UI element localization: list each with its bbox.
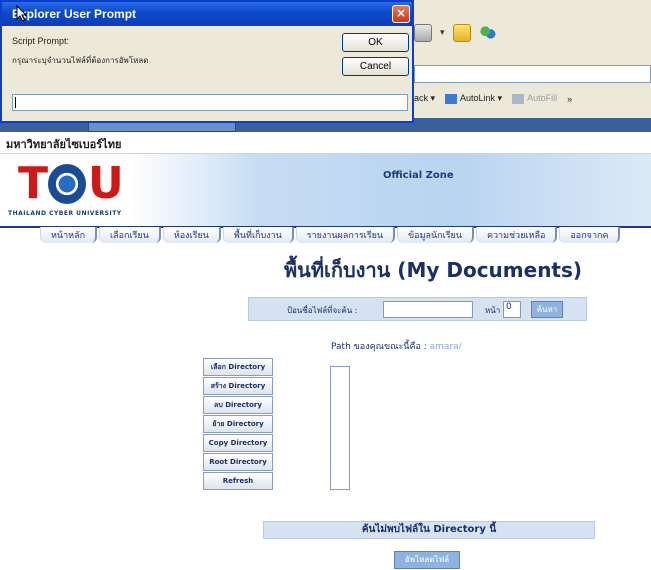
menu-item-report[interactable]: รายงานผลการเรียน — [295, 227, 396, 243]
create-directory-button[interactable]: สร้าง Directory — [203, 377, 273, 395]
directory-buttons: เลือก Directory สร้าง Directory ลบ Direc… — [203, 358, 273, 491]
search-button[interactable]: ค้นหา — [531, 301, 563, 318]
menu-item-choose-course[interactable]: เลือกเรียน — [99, 227, 161, 243]
menu-item-documents[interactable]: พื้นที่เก็บงาน — [222, 227, 294, 243]
select-directory-button[interactable]: เลือก Directory — [203, 358, 273, 376]
file-search-panel: ป้อนชื่อไฟล์ที่จะค้น : หน้า 0 ค้นหา — [248, 297, 587, 321]
autolink-label: AutoLink ▾ — [460, 93, 503, 103]
prompt-input[interactable] — [12, 94, 408, 111]
current-path: Path ของคุณขณะนี้คือ : amara/ — [331, 339, 462, 353]
autolink-button[interactable]: AutoLink ▾ — [445, 93, 502, 104]
logo-letters: T U — [18, 158, 124, 209]
root-directory-button[interactable]: Root Directory — [203, 453, 273, 471]
university-name: มหาวิทยาลัยไซเบอร์ไทย — [6, 138, 122, 151]
directory-listbox[interactable] — [330, 366, 350, 490]
page-title: พื้นที่เก็บงาน (My Documents) — [284, 258, 583, 282]
toolbar-icons: ▾ — [414, 24, 497, 42]
messenger-icon[interactable] — [478, 24, 497, 42]
no-files-message: ค้นไม่พบไฟล์ใน Directory นี้ — [263, 521, 595, 539]
links-item-0[interactable]: ack ▾ — [414, 93, 435, 104]
ok-button[interactable]: OK — [342, 33, 409, 52]
copy-directory-button[interactable]: Copy Directory — [203, 434, 273, 452]
site-header: มหาวิทยาลัยไซเบอร์ไทย — [0, 132, 651, 154]
page-number-input[interactable]: 0 — [503, 301, 521, 318]
logo-letter-t: T — [18, 158, 48, 209]
file-search-input[interactable] — [383, 301, 473, 318]
dialog-title: Explorer User Prompt — [12, 7, 137, 21]
mail-icon[interactable] — [414, 24, 432, 42]
refresh-button[interactable]: Refresh — [203, 472, 273, 490]
tcu-logo[interactable]: T U THAILAND CYBER UNIVERSITY — [8, 162, 138, 224]
autofill-button: AutoFill — [512, 93, 557, 104]
menu-item-student-info[interactable]: ข้อมูลนักเรียน — [397, 227, 474, 243]
upload-file-button[interactable]: อัพโหลดไฟล์ — [394, 551, 460, 569]
more-links-button[interactable]: » — [567, 94, 572, 104]
menu-item-logout[interactable]: ออกจากค — [559, 227, 621, 243]
dialog-subtitle: Script Prompt: — [12, 36, 70, 46]
address-bar[interactable] — [414, 65, 651, 83]
autolink-icon — [445, 93, 458, 104]
site-menu: หน้าหลัก เลือกเรียน ห้องเรียน พื้นที่เก็… — [0, 226, 651, 243]
folder-icon[interactable] — [452, 24, 471, 42]
autofill-icon — [512, 93, 525, 104]
file-search-label: ป้อนชื่อไฟล์ที่จะค้น : — [287, 306, 358, 315]
autofill-label: AutoFill — [527, 93, 558, 104]
move-directory-button[interactable]: ย้าย Directory — [203, 415, 273, 433]
dropdown-arrow-icon[interactable]: ▾ — [440, 28, 445, 38]
current-path-value[interactable]: amara/ — [430, 342, 462, 352]
page-number-label: หน้า — [485, 306, 501, 315]
menu-item-help[interactable]: ความช่วยเหลือ — [475, 227, 558, 243]
dialog-message: กรุณาระบุจำนวนไฟล์ที่ต้องการอัพโหลด — [12, 56, 149, 65]
mouse-pointer-icon — [16, 5, 28, 22]
cancel-button[interactable]: Cancel — [342, 57, 409, 76]
explorer-user-prompt-dialog: Explorer User Prompt × Script Prompt: กร… — [0, 0, 414, 123]
links-bar: ack ▾ AutoLink ▾ AutoFill » — [414, 93, 572, 104]
logo-subtitle: THAILAND CYBER UNIVERSITY — [8, 210, 122, 217]
close-button[interactable]: × — [392, 5, 410, 23]
text-caret — [15, 96, 16, 108]
dialog-titlebar[interactable]: Explorer User Prompt × — [2, 2, 412, 26]
delete-directory-button[interactable]: ลบ Directory — [203, 396, 273, 414]
logo-letter-u: U — [88, 158, 124, 209]
site-banner: T U THAILAND CYBER UNIVERSITY Official Z… — [0, 154, 651, 226]
menu-item-home[interactable]: หน้าหลัก — [40, 227, 98, 243]
official-zone-label: Official Zone — [383, 170, 454, 181]
menu-item-classroom[interactable]: ห้องเรียน — [162, 227, 221, 243]
current-path-label: Path ของคุณขณะนี้คือ : — [331, 342, 427, 352]
globe-icon — [48, 164, 87, 204]
